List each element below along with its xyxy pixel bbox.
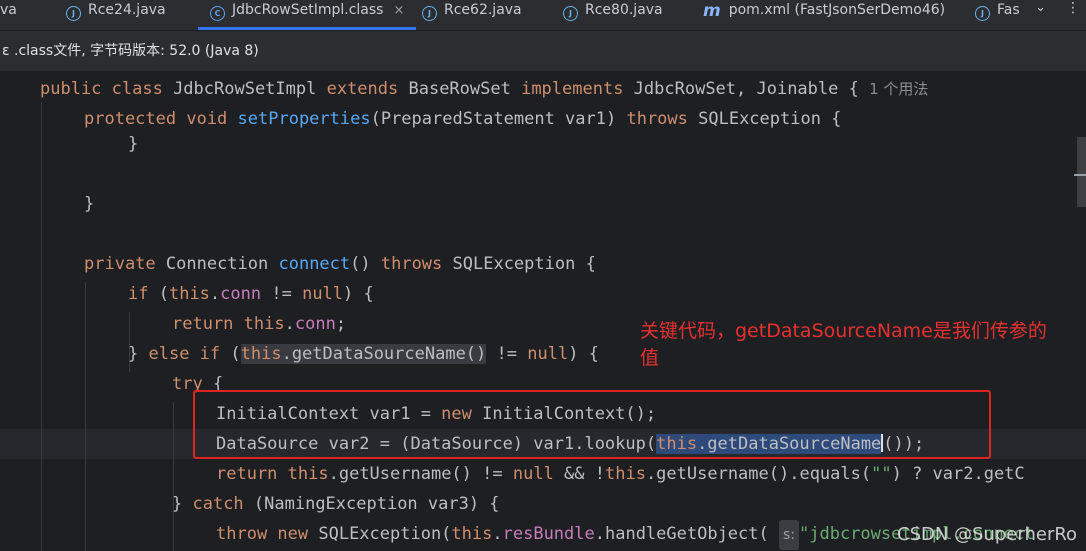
- code-line: public class JdbcRowSetImpl extends Base…: [40, 79, 929, 99]
- indent-guide: [85, 282, 86, 551]
- editor-tab-bar: va J Rce24.java C JdbcRowSetImpl.class × JR…: [0, 0, 1086, 31]
- watermark: CSDN @SuperherRo: [897, 524, 1078, 545]
- chevron-down-icon[interactable]: ⌄: [1035, 0, 1046, 15]
- close-icon[interactable]: ×: [393, 3, 404, 18]
- decompiled-class-info-bar: ɛ .class文件, 字节码版本: 52.0 (Java 8): [0, 31, 1086, 71]
- scrollbar-thumb[interactable]: [1077, 137, 1086, 207]
- code-line: } else if (this.getDataSourceName() != n…: [128, 344, 599, 364]
- tab-label: Rce62.java: [444, 2, 522, 18]
- code-line: if (this.conn != null) {: [128, 284, 374, 304]
- annotation-text: 关键代码，getDataSourceName是我们传参的值: [640, 320, 1047, 369]
- code-line: }: [128, 134, 139, 154]
- scrollbar-marker: [1074, 174, 1086, 176]
- tab-java-partial[interactable]: va: [0, 0, 17, 30]
- class-file-icon: C: [210, 6, 225, 21]
- code-editor[interactable]: public class JdbcRowSetImpl extends Base…: [0, 72, 1086, 551]
- tab-label: pom.xml (FastJsonSerDemo46): [728, 2, 946, 18]
- code-line: return this.getUsername() != null && !th…: [216, 464, 1025, 484]
- code-line: }: [84, 194, 95, 214]
- class-version-text: ɛ .class文件, 字节码版本: 52.0 (Java 8): [2, 43, 259, 59]
- indent-guide: [173, 402, 174, 551]
- tab-label: JdbcRowSetImpl.class: [232, 2, 384, 18]
- parameter-hint: s:: [778, 520, 799, 550]
- tab-fas-partial[interactable]: J Fas: [975, 0, 1020, 30]
- code-line: private Connection connect() throws SQLE…: [84, 254, 596, 274]
- more-vertical-icon[interactable]: ⋮: [1066, 0, 1080, 16]
- tab-label: va: [0, 2, 17, 18]
- tab-label: Rce80.java: [585, 2, 663, 18]
- tab-pom-xml[interactable]: m pom.xml (FastJsonSerDemo46): [703, 0, 945, 30]
- java-file-icon: J: [563, 6, 578, 21]
- tab-rce24[interactable]: J Rce24.java: [66, 0, 166, 30]
- java-file-icon: J: [422, 6, 437, 21]
- annotation-highlight-box: [193, 390, 991, 459]
- usages-inlay-hint[interactable]: 1 个用法: [869, 80, 928, 98]
- code-line: protected void setProperties(PreparedSta…: [84, 109, 842, 129]
- tab-jdbcrowsetimpl[interactable]: C JdbcRowSetImpl.class ×: [197, 0, 417, 30]
- indent-guide: [41, 102, 42, 551]
- code-line: } catch (NamingException var3) {: [172, 494, 500, 514]
- java-file-icon: J: [975, 6, 990, 21]
- tab-rce80[interactable]: J Rce80.java: [563, 0, 663, 30]
- tab-rce62[interactable]: J Rce62.java: [422, 0, 522, 30]
- tab-label: Rce24.java: [88, 2, 166, 18]
- tab-label: Fas: [997, 2, 1020, 18]
- maven-icon: m: [703, 1, 721, 21]
- code-line: return this.conn;: [172, 314, 347, 334]
- java-file-icon: J: [66, 6, 81, 21]
